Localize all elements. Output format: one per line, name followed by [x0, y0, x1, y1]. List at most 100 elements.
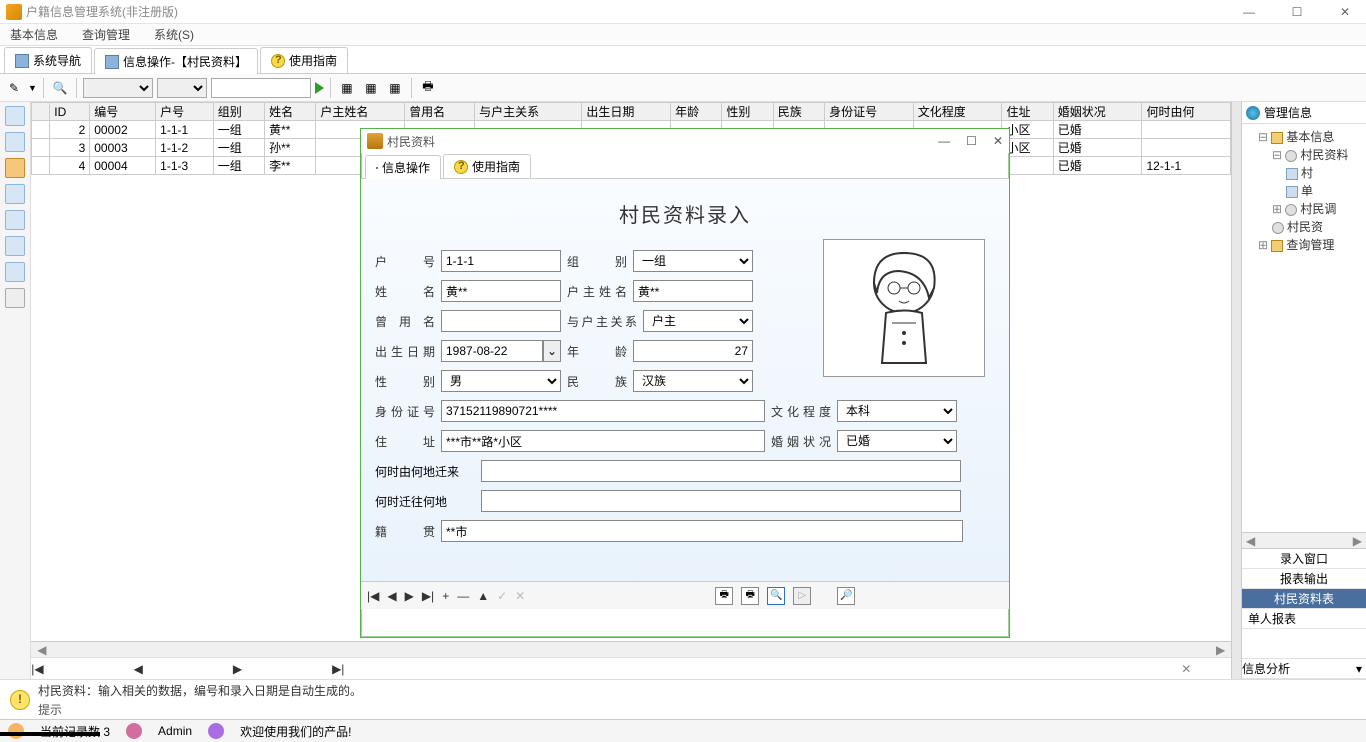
- toolbar-btn-c[interactable]: ▦: [385, 78, 405, 98]
- select-marriage[interactable]: 已婚: [837, 430, 957, 452]
- modal-close[interactable]: ✕: [993, 134, 1003, 148]
- run-filter-button[interactable]: [315, 82, 324, 94]
- rb-report[interactable]: 报表输出: [1242, 569, 1366, 589]
- toolbar-btn-a[interactable]: ▦: [337, 78, 357, 98]
- nav-first[interactable]: |◀: [31, 662, 43, 676]
- col-idno[interactable]: 身份证号: [825, 103, 914, 121]
- vertical-scrollbar[interactable]: [1231, 102, 1241, 679]
- input-idno[interactable]: [441, 400, 765, 422]
- rb-analyze[interactable]: 信息分析▾: [1242, 659, 1366, 679]
- tree-hscroll[interactable]: ◀▶: [1242, 532, 1366, 548]
- col-name[interactable]: 姓名: [265, 103, 316, 121]
- rb-window[interactable]: 录入窗口: [1242, 549, 1366, 569]
- col-huno[interactable]: 户号: [156, 103, 214, 121]
- filter-value-input[interactable]: [211, 78, 311, 98]
- nav-prev[interactable]: ◀: [387, 589, 396, 603]
- col-ethnic[interactable]: 民族: [773, 103, 824, 121]
- tree-view[interactable]: 基本信息 村民资料 村 单 村民调 村民资 查询管理: [1242, 124, 1366, 532]
- left-icon-6[interactable]: [5, 236, 25, 256]
- nav-delete[interactable]: —: [457, 589, 469, 603]
- toolbar-btn-b[interactable]: ▦: [361, 78, 381, 98]
- nav-edit[interactable]: ▲: [477, 589, 489, 603]
- avatar-box[interactable]: [823, 239, 985, 377]
- col-relation[interactable]: 与户主关系: [475, 103, 582, 121]
- search-button[interactable]: 🔍: [50, 78, 70, 98]
- label-age: 年 龄: [567, 343, 627, 360]
- left-icon-2[interactable]: [5, 132, 25, 152]
- rb-single[interactable]: 单人报表: [1242, 609, 1366, 629]
- input-name[interactable]: [441, 280, 561, 302]
- col-age[interactable]: 年龄: [671, 103, 722, 121]
- input-from[interactable]: [481, 460, 961, 482]
- nav-first[interactable]: |◀: [367, 589, 379, 603]
- horizontal-scrollbar[interactable]: ◀▶: [31, 641, 1231, 657]
- nav-last[interactable]: ▶|: [422, 589, 434, 603]
- input-head[interactable]: [633, 280, 753, 302]
- select-group[interactable]: 一组: [633, 250, 753, 272]
- tab-guide[interactable]: 使用指南: [260, 47, 348, 73]
- col-oldname[interactable]: 曾用名: [405, 103, 475, 121]
- col-edu[interactable]: 文化程度: [913, 103, 1002, 121]
- tab-info[interactable]: 信息操作-【村民资料】: [94, 48, 258, 74]
- label-gender: 性 别: [375, 373, 435, 390]
- col-id[interactable]: ID: [50, 103, 90, 121]
- menu-query[interactable]: 查询管理: [78, 24, 134, 45]
- nav-confirm[interactable]: ✓: [497, 589, 507, 603]
- tab-nav[interactable]: 系统导航: [4, 47, 92, 73]
- nav-prev[interactable]: ◀: [134, 662, 143, 676]
- label-origin: 籍 贯: [375, 523, 435, 540]
- print-icon[interactable]: 🖶: [715, 587, 733, 605]
- tree-header: 管理信息: [1242, 102, 1366, 124]
- input-age[interactable]: [633, 340, 753, 362]
- maximize-button[interactable]: ☐: [1282, 5, 1312, 19]
- col-code[interactable]: 编号: [90, 103, 156, 121]
- print-button[interactable]: 🖶: [418, 78, 438, 98]
- left-icon-1[interactable]: [5, 106, 25, 126]
- input-origin[interactable]: [441, 520, 963, 542]
- date-picker-button[interactable]: ⌄: [543, 340, 561, 362]
- rb-villager-table[interactable]: 村民资料表: [1242, 589, 1366, 609]
- nav-close[interactable]: ✕: [1181, 662, 1191, 676]
- modal-minimize[interactable]: —: [938, 134, 950, 148]
- col-group[interactable]: 组别: [213, 103, 264, 121]
- print2-icon[interactable]: 🖶: [741, 587, 759, 605]
- modal-maximize[interactable]: ☐: [966, 134, 977, 148]
- close-button[interactable]: ✕: [1330, 5, 1360, 19]
- dropdown-icon[interactable]: ▼: [28, 83, 37, 93]
- edit-button[interactable]: ✎: [4, 78, 24, 98]
- col-migrate[interactable]: 何时由何: [1142, 103, 1231, 121]
- select-relation[interactable]: 户主: [643, 310, 753, 332]
- select-edu[interactable]: 本科: [837, 400, 957, 422]
- input-oldname[interactable]: [441, 310, 561, 332]
- col-marriage[interactable]: 婚姻状况: [1053, 103, 1142, 121]
- col-addr[interactable]: 住址: [1002, 103, 1053, 121]
- menu-basic[interactable]: 基本信息: [6, 24, 62, 45]
- col-head[interactable]: 户主姓名: [316, 103, 405, 121]
- select-ethnic[interactable]: 汉族: [633, 370, 753, 392]
- left-icon-7[interactable]: [5, 262, 25, 282]
- nav-last[interactable]: ▶|: [332, 662, 344, 676]
- nav-next[interactable]: ▶: [405, 589, 414, 603]
- minimize-button[interactable]: —: [1234, 5, 1264, 19]
- select-gender[interactable]: 男: [441, 370, 561, 392]
- menu-system[interactable]: 系统(S): [150, 24, 198, 45]
- modal-tab-guide[interactable]: 使用指南: [443, 154, 531, 178]
- input-birth[interactable]: [441, 340, 543, 362]
- input-to[interactable]: [481, 490, 961, 512]
- col-birth[interactable]: 出生日期: [582, 103, 671, 121]
- nav-next[interactable]: ▶: [233, 662, 242, 676]
- nav-cancel[interactable]: ✕: [515, 589, 525, 603]
- find-icon[interactable]: 🔎: [837, 587, 855, 605]
- filter-op-select[interactable]: [157, 78, 207, 98]
- left-icon-3[interactable]: [5, 158, 25, 178]
- filter-field-select[interactable]: [83, 78, 153, 98]
- left-icon-8[interactable]: [5, 288, 25, 308]
- nav-add[interactable]: +: [442, 589, 449, 603]
- modal-tab-info[interactable]: 信息操作: [365, 155, 441, 179]
- search-icon[interactable]: 🔍: [767, 587, 785, 605]
- input-huno[interactable]: [441, 250, 561, 272]
- left-icon-5[interactable]: [5, 210, 25, 230]
- col-gender[interactable]: 性别: [722, 103, 773, 121]
- left-icon-4[interactable]: [5, 184, 25, 204]
- input-addr[interactable]: [441, 430, 765, 452]
